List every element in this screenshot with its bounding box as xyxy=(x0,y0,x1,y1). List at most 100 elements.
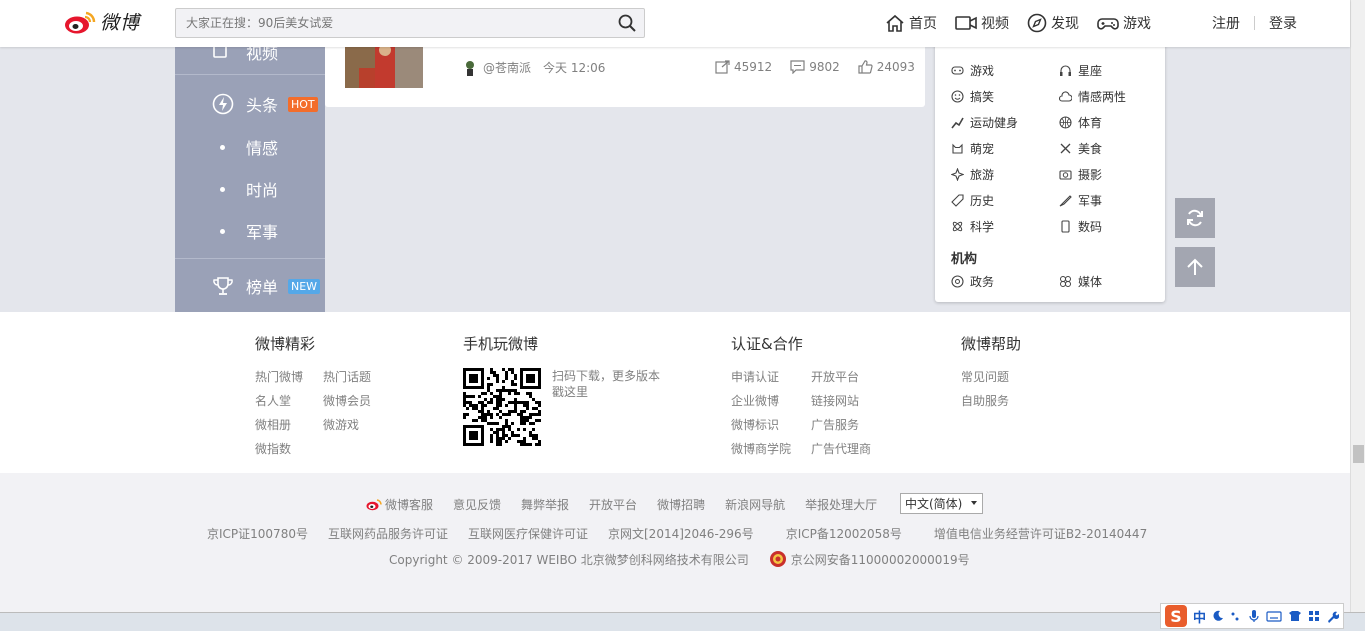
category-sports[interactable]: 体育 xyxy=(1059,114,1102,131)
sidebar-item-headlines[interactable]: 头条 HOT xyxy=(175,89,325,119)
sidebar-item-label: 时尚 xyxy=(246,181,279,200)
tag-icon xyxy=(951,194,964,207)
microphone-icon[interactable] xyxy=(1248,609,1260,623)
category-photography[interactable]: 摄影 xyxy=(1059,166,1102,183)
footer-link[interactable]: 意见反馈 xyxy=(453,496,501,513)
page-scrollbar[interactable] xyxy=(1350,0,1365,612)
grid-menu-icon[interactable] xyxy=(1308,610,1320,622)
category-horoscope[interactable]: 星座 xyxy=(1059,62,1102,79)
search-input[interactable] xyxy=(176,9,606,37)
avatar[interactable] xyxy=(463,60,477,76)
compass-icon xyxy=(1027,13,1047,33)
category-food[interactable]: 美食 xyxy=(1059,140,1102,157)
license-link[interactable]: 京网文[2014]2046-296号 xyxy=(608,525,754,542)
new-badge: NEW xyxy=(288,278,321,294)
category-media[interactable]: 媒体 xyxy=(1059,273,1102,290)
footer-link[interactable]: 微游戏 xyxy=(323,416,359,433)
sidebar-divider xyxy=(175,258,325,259)
license-link[interactable]: 互联网医疗保健许可证 xyxy=(468,525,588,542)
footer-link[interactable]: 企业微博 xyxy=(731,392,779,409)
footer-link[interactable]: 申请认证 xyxy=(731,368,779,385)
comment-button[interactable]: 9802 xyxy=(790,60,840,74)
qr-download-link[interactable]: 扫码下载，更多版本戳这里 xyxy=(552,368,667,400)
category-military[interactable]: 军事 xyxy=(1059,192,1102,209)
category-pets[interactable]: 萌宠 xyxy=(951,140,994,157)
category-label: 政务 xyxy=(970,275,995,289)
ime-toolbar: S 中 xyxy=(1160,603,1345,629)
post-author[interactable]: @苍南派 xyxy=(483,59,531,76)
login-link[interactable]: 登录 xyxy=(1269,13,1297,33)
share-button[interactable]: 45912 xyxy=(715,60,772,74)
footer-link[interactable]: 开放平台 xyxy=(589,496,637,513)
category-government[interactable]: 政务 xyxy=(951,273,994,290)
license-link[interactable]: 增值电信业务经营许可证B2-20140447 xyxy=(934,525,1147,542)
footer-link[interactable]: 微博招聘 xyxy=(657,496,705,513)
post-thumbnail[interactable] xyxy=(345,40,423,88)
nav-discover[interactable]: 发现 xyxy=(1027,13,1079,33)
license-link[interactable]: 互联网药品服务许可证 xyxy=(328,525,448,542)
scrollbar-thumb[interactable] xyxy=(1353,445,1364,463)
footer-link[interactable]: 微指数 xyxy=(255,440,291,457)
category-science[interactable]: 科学 xyxy=(951,218,994,235)
footer-link[interactable]: 微博商学院 xyxy=(731,440,791,457)
category-digital[interactable]: 数码 xyxy=(1059,218,1102,235)
footer-link[interactable]: 微博会员 xyxy=(323,392,371,409)
bullet-icon xyxy=(220,186,225,192)
license-link[interactable]: 京ICP备12002058号 xyxy=(786,525,902,542)
footer-link[interactable]: 微博标识 xyxy=(731,416,779,433)
language-select[interactable]: 中文(简体) xyxy=(900,493,983,514)
sogou-logo-icon[interactable]: S xyxy=(1165,605,1187,627)
category-history[interactable]: 历史 xyxy=(951,192,994,209)
category-label: 星座 xyxy=(1078,64,1103,78)
category-funny[interactable]: 搞笑 xyxy=(951,88,994,105)
wrench-icon[interactable] xyxy=(1326,610,1340,623)
like-button[interactable]: 24093 xyxy=(858,60,915,74)
qr-code[interactable] xyxy=(463,368,541,446)
back-to-top-button[interactable] xyxy=(1175,247,1215,287)
category-label: 体育 xyxy=(1078,116,1103,130)
search-icon[interactable] xyxy=(618,14,636,32)
refresh-button[interactable] xyxy=(1175,198,1215,238)
sidebar-item-emotion[interactable]: 情感 xyxy=(175,132,325,162)
police-record-link[interactable]: 京公网安备11000002000019号 xyxy=(791,551,970,568)
footer-link[interactable]: 热门微博 xyxy=(255,368,303,385)
category-game[interactable]: 游戏 xyxy=(951,62,994,79)
footer-link[interactable]: 常见问题 xyxy=(961,368,1009,385)
footer-col-title: 认证&合作 xyxy=(731,335,803,353)
weibo-logo[interactable]: 微博 xyxy=(64,8,140,35)
bullet-icon xyxy=(220,228,225,234)
register-link[interactable]: 注册 xyxy=(1212,13,1240,33)
sidebar-item-military[interactable]: 军事 xyxy=(175,216,325,246)
footer-link[interactable]: 热门话题 xyxy=(323,368,371,385)
footer-link[interactable]: 链接网站 xyxy=(811,392,859,409)
footer-link[interactable]: 广告代理商 xyxy=(811,440,871,457)
category-travel[interactable]: 旅游 xyxy=(951,166,994,183)
footer-link[interactable]: 舞弊举报 xyxy=(521,496,569,513)
nav-home[interactable]: 首页 xyxy=(885,13,937,33)
footer-link[interactable]: 自助服务 xyxy=(961,392,1009,409)
skin-icon[interactable] xyxy=(1288,610,1302,622)
sidebar-item-fashion[interactable]: 时尚 xyxy=(175,174,325,204)
license-link[interactable]: 京ICP证100780号 xyxy=(207,525,308,542)
punctuation-icon[interactable] xyxy=(1230,610,1242,622)
footer-link[interactable]: 开放平台 xyxy=(811,368,859,385)
moon-icon[interactable] xyxy=(1212,610,1224,622)
copyright-text: Copyright © 2009-2017 WEIBO 北京微梦创科网络技术有限… xyxy=(389,552,749,567)
nav-video[interactable]: 视频 xyxy=(955,13,1009,33)
post-time[interactable]: 今天 12:06 xyxy=(543,59,605,76)
nav-game[interactable]: 游戏 xyxy=(1097,13,1151,33)
footer-link[interactable]: 广告服务 xyxy=(811,416,859,433)
ime-mode-label[interactable]: 中 xyxy=(1193,607,1206,626)
keyboard-icon[interactable] xyxy=(1266,610,1282,622)
footer-link[interactable]: 微博客服 xyxy=(385,496,433,513)
footer-link[interactable]: 举报处理大厅 xyxy=(805,496,877,513)
sidebar-item-label: 情感 xyxy=(246,139,279,158)
category-fitness[interactable]: 运动健身 xyxy=(951,114,1018,131)
footer-link[interactable]: 新浪网导航 xyxy=(725,496,785,513)
footer-link[interactable]: 微相册 xyxy=(255,416,291,433)
category-relationship[interactable]: 情感两性 xyxy=(1059,88,1126,105)
footer-link[interactable]: 名人堂 xyxy=(255,392,291,409)
legal-footer: 微博客服 意见反馈 舞弊举报 开放平台 微博招聘 新浪网导航 举报处理大厅 中文… xyxy=(0,473,1350,612)
thumbs-up-icon xyxy=(858,60,873,74)
sidebar-item-ranking[interactable]: 榜单 NEW xyxy=(175,271,325,301)
